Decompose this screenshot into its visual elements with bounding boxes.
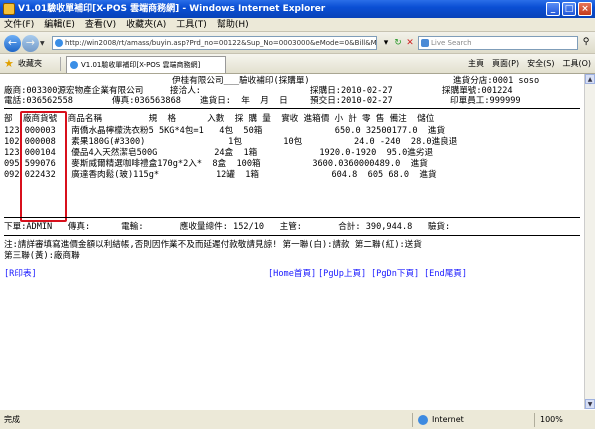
highlight-box [20, 111, 67, 222]
close-button[interactable]: × [578, 2, 592, 16]
live-search-icon [421, 39, 429, 47]
menu-file[interactable]: 文件(F) [4, 18, 34, 31]
vertical-scrollbar[interactable]: ▲ ▼ [584, 74, 595, 409]
document-title: 伊桂有限公司___驗收補印(採購單) [172, 76, 310, 86]
favorites-bar: ★ 收藏夾 V1.01驗收單補印[X-POS 雲端商務網] 主頁 頁面(P) 安… [0, 54, 595, 74]
address-bar: ← → ▼ http://win2008/rt/amass/buyin.asp?… [0, 32, 595, 54]
order-footer: 下單:ADMIN 傳真: 電輸: 應收量總件: 152/10 主管: 合計: 3… [4, 222, 451, 232]
scroll-up-icon[interactable]: ▲ [585, 74, 595, 84]
safety-menu-button[interactable]: 安全(S) [527, 57, 554, 71]
favorites-button[interactable]: ★ 收藏夾 [4, 57, 42, 71]
chevron-down-icon[interactable]: ▼ [40, 40, 47, 47]
table-row: 123 000003 南僑水晶檸檬洗衣粉5 5KG*4包=1 4包 50箱 65… [4, 126, 446, 136]
star-icon: ★ [4, 57, 14, 70]
search-icon[interactable]: ⚲ [580, 37, 592, 49]
table-row: 095 599076 麥斯威爾精選咖啡禮盒170g*2入* 8盒 100箱 36… [4, 159, 428, 169]
table-header: 部 廠商貨號 商品名稱 規 格 入數 採 購 量 實收 進箱價 小 計 零 售 … [4, 114, 435, 124]
note-line-2: 第三聯(黃):廠商聯 [4, 251, 80, 261]
status-text: 完成 [4, 415, 20, 424]
home-button[interactable]: 主頁 [468, 57, 484, 71]
menu-view[interactable]: 查看(V) [85, 18, 116, 31]
app-icon [3, 3, 15, 15]
pgdn-link[interactable]: [PgDn下頁] [371, 269, 419, 279]
command-bar: 主頁 頁面(P) 安全(S) 工具(O) [468, 57, 591, 71]
forward-icon[interactable]: → [22, 35, 39, 52]
separator [412, 413, 413, 427]
separator [534, 413, 535, 427]
window-title-bar: V1.01驗收單補印[X-POS 雲端商務網] - Windows Intern… [0, 0, 595, 18]
print-link[interactable]: [R印表] [4, 269, 37, 279]
purchase-date: 採購日:2010-02-27 [310, 86, 393, 96]
back-icon[interactable]: ← [4, 35, 21, 52]
tools-menu-button[interactable]: 工具(O) [562, 57, 591, 71]
url-text: http://win2008/rt/amass/buyin.asp?Prd_no… [65, 39, 377, 47]
vendor-phone: 電話:036562558 [4, 96, 73, 106]
in-date: 進貨日: 年 月 日 [200, 96, 288, 106]
menu-bar: 文件(F) 編輯(E) 查看(V) 收藏夾(A) 工具(T) 幫助(H) [0, 18, 595, 32]
branch-info: 進貨分店:0001 soso [453, 76, 540, 86]
minimize-button[interactable]: _ [546, 2, 560, 16]
security-zone: Internet [418, 410, 464, 429]
maximize-button[interactable]: □ [562, 2, 576, 16]
vendor-fax: 傳真:036563868 [112, 96, 181, 106]
favorites-label: 收藏夾 [18, 59, 42, 68]
divider [4, 235, 580, 236]
table-row: 102 000008 素果180G(#3300) 1包 10包 24.0 -24… [4, 137, 458, 147]
zone-label: Internet [432, 415, 464, 424]
tab-current[interactable]: V1.01驗收單補印[X-POS 雲端商務網] [66, 56, 226, 73]
table-row: 092 022432 廣達香肉鬆(玻)115g* 12罐 1箱 604.8 60… [4, 170, 437, 180]
menu-favorites[interactable]: 收藏夾(A) [126, 18, 166, 31]
search-input[interactable]: Live Search [418, 36, 578, 50]
zoom-level[interactable]: 100% [540, 410, 563, 429]
separator [60, 57, 61, 71]
menu-tools[interactable]: 工具(T) [176, 18, 207, 31]
purchase-number: 採購單號:001224 [442, 86, 513, 96]
divider [4, 108, 580, 109]
vendor-info: 廠商:003300源宏物產企業有限公司 [4, 86, 144, 96]
ie-page-icon [55, 39, 63, 47]
window-title: V1.01驗收單補印[X-POS 雲端商務網] - Windows Intern… [18, 4, 326, 14]
end-page-link[interactable]: [End尾頁] [424, 269, 467, 279]
tab-title: V1.01驗收單補印[X-POS 雲端商務網] [81, 61, 201, 69]
menu-help[interactable]: 幫助(H) [217, 18, 249, 31]
page-menu-button[interactable]: 頁面(P) [492, 57, 519, 71]
pgup-link[interactable]: [PgUp上頁] [318, 269, 366, 279]
contact-person: 接洽人: [170, 86, 201, 96]
printer-employee: 印單員工:999999 [450, 96, 521, 106]
status-bar: 完成 Internet 100% [0, 409, 595, 429]
refresh-icon[interactable]: ↻ [392, 37, 404, 49]
menu-edit[interactable]: 編輯(E) [44, 18, 75, 31]
table-row: 123 000104 優品4入天然潔皂500G 24盒 1箱 1920.0-19… [4, 148, 434, 158]
divider [4, 217, 580, 218]
scroll-down-icon[interactable]: ▼ [585, 399, 595, 409]
search-placeholder: Live Search [431, 39, 472, 47]
address-input[interactable]: http://win2008/rt/amass/buyin.asp?Prd_no… [52, 36, 377, 50]
expected-date: 預交日:2010-02-27 [310, 96, 393, 106]
globe-icon [418, 415, 428, 425]
stop-icon[interactable]: ✕ [404, 37, 416, 49]
note-line-1: 注:請詳審填寫進價金額以利結帳,否則因作業不及而延遲付款敬請見諒! 第一聯(白)… [4, 240, 422, 250]
page-content: 伊桂有限公司___驗收補印(採購單) 進貨分店:0001 soso 接洽人: 採… [0, 74, 584, 409]
home-page-link[interactable]: [Home首頁] [268, 269, 316, 279]
dropdown-arrow-icon[interactable]: ▾ [380, 37, 392, 49]
tab-page-icon [70, 61, 78, 69]
